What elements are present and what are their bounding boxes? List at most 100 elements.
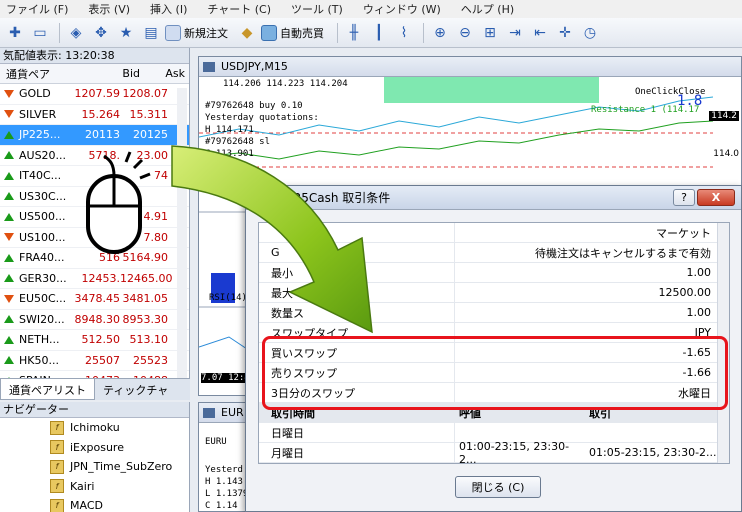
- big-value: 1.8: [677, 93, 703, 109]
- menu-file[interactable]: ファイル (F): [6, 1, 68, 17]
- navigator-item[interactable]: f MACD: [0, 496, 189, 512]
- session-day: 月曜日: [259, 443, 455, 462]
- terminal-icon[interactable]: ▤: [140, 22, 162, 44]
- navigator-item-label: MACD: [70, 499, 103, 512]
- menu-insert[interactable]: 挿入 (I): [150, 1, 187, 17]
- close-window-button[interactable]: X: [697, 189, 735, 206]
- bar-chart-icon[interactable]: ╫: [343, 22, 365, 44]
- market-watch-rows: GOLD 1207.59 1208.07 SILVER 15.264 15.311 JP22…: [0, 84, 189, 392]
- market-watch-row[interactable]: FRA40... 516 5164.90: [0, 248, 189, 269]
- market-watch-icon[interactable]: ◈: [65, 22, 87, 44]
- market-watch-row[interactable]: US30C...: [0, 187, 189, 207]
- spec-value: マーケット: [656, 226, 711, 240]
- symbol-cell: NETH...: [0, 333, 68, 346]
- auto-trade-button[interactable]: 自動売買: [261, 22, 324, 44]
- chart-icon: [203, 61, 215, 72]
- data-window-icon[interactable]: ✥: [90, 22, 112, 44]
- yesterday-label: Yesterday quotations:: [205, 113, 319, 123]
- order-info: #79762648 buy 0.10: [205, 101, 303, 111]
- arrow-up-icon: [4, 212, 14, 221]
- new-chart-icon[interactable]: ✚: [4, 22, 26, 44]
- market-watch-row[interactable]: HK50... 25507 25523: [0, 351, 189, 371]
- ask-cell: 23.00: [136, 148, 169, 162]
- bid-cell: 15.264: [81, 107, 121, 121]
- market-watch-row[interactable]: EU50C... 3478.45 3481.05: [0, 289, 189, 310]
- navigator-header: ナビゲーター: [0, 402, 189, 418]
- tab-symbols[interactable]: 通貨ペアリスト: [0, 379, 95, 400]
- bid-cell: 25507: [85, 353, 120, 367]
- navigator-item[interactable]: f Ichimoku: [0, 418, 189, 438]
- navigator-icon[interactable]: ★: [115, 22, 137, 44]
- column-symbol[interactable]: 通貨ペア: [0, 66, 92, 82]
- symbol-name: HK50...: [19, 353, 59, 367]
- zoom-in-icon[interactable]: ⊕: [429, 22, 451, 44]
- market-watch-row[interactable]: US100... 7.80: [0, 228, 189, 248]
- periods-icon[interactable]: ◷: [579, 22, 601, 44]
- band-lower: [199, 120, 714, 160]
- arrow-up-icon: [4, 130, 14, 139]
- menu-bar: ファイル (F) 表示 (V) 挿入 (I) チャート (C) ツール (T) …: [0, 0, 742, 18]
- ask-cell: 8953.30: [122, 312, 169, 326]
- spec-row: 数量ス 1.00: [259, 303, 729, 323]
- spec-row: 最大 12500.00: [259, 283, 729, 303]
- navigator-item-label: iExposure: [70, 440, 124, 454]
- arrow-up-icon: [4, 192, 14, 201]
- tile-windows-icon[interactable]: ⊞: [479, 22, 501, 44]
- chart-title: USDJPY,M15: [221, 60, 288, 73]
- arrow-up-icon: [4, 274, 14, 283]
- spec-key: 最大: [259, 283, 455, 302]
- menu-help[interactable]: ヘルプ (H): [461, 1, 514, 17]
- arrow-up-icon: [4, 335, 14, 344]
- yesterday-label: Yesterd: [205, 465, 243, 475]
- symbol-readout: EURU: [205, 437, 227, 447]
- zoom-out-icon[interactable]: ⊖: [454, 22, 476, 44]
- navigator-item-label: Ichimoku: [70, 421, 120, 435]
- market-watch-row[interactable]: US500... 4.91: [0, 207, 189, 228]
- bid-cell: 20113: [85, 128, 120, 142]
- menu-tools[interactable]: ツール (T): [291, 1, 343, 17]
- spec-value: 1.00: [686, 266, 712, 279]
- column-ask[interactable]: Ask: [140, 67, 185, 80]
- spec-value: 待機注文はキャンセルするまで有効: [535, 246, 711, 260]
- line-chart-icon[interactable]: ⌇: [393, 22, 415, 44]
- column-bid[interactable]: Bid: [92, 67, 140, 80]
- market-watch-row[interactable]: SILVER 15.264 15.311: [0, 105, 189, 125]
- help-button[interactable]: ?: [673, 189, 695, 206]
- market-watch-row[interactable]: JP225... 20113 20125: [0, 125, 189, 146]
- candlestick-icon[interactable]: ┃: [368, 22, 390, 44]
- profiles-icon[interactable]: ▭: [29, 22, 51, 44]
- navigator-item[interactable]: f JPN_Time_SubZero: [0, 457, 189, 477]
- menu-window[interactable]: ウィンドウ (W): [363, 1, 441, 17]
- ask-cell: 7.80: [143, 230, 169, 244]
- symbol-name: FRA40...: [19, 251, 65, 265]
- indicators-icon[interactable]: ✛: [554, 22, 576, 44]
- menu-chart[interactable]: チャート (C): [207, 1, 271, 17]
- bid-cell: 3478.45: [74, 292, 121, 306]
- tab-tick-chart[interactable]: ティックチャ: [95, 379, 177, 400]
- navigator-item[interactable]: f Kairi: [0, 477, 189, 497]
- ask-cell: 12465.00: [120, 271, 173, 285]
- new-order-button[interactable]: 新規注文: [165, 22, 228, 44]
- market-watch-row[interactable]: AUS20... 5718. 23.00: [0, 146, 189, 166]
- market-watch-row[interactable]: GOLD 1207.59 1208.07: [0, 84, 189, 105]
- symbol-cell: US500...: [0, 210, 68, 223]
- chart-shift-icon[interactable]: ⇥: [504, 22, 526, 44]
- spec-value: 12500.00: [658, 286, 712, 299]
- navigator-item[interactable]: f iExposure: [0, 438, 189, 458]
- market-watch-row[interactable]: IT40C... 74: [0, 166, 189, 187]
- market-watch-row[interactable]: SWI20... 8948.30 8953.30: [0, 310, 189, 330]
- market-watch-tabs: 通貨ペアリスト ティックチャ: [0, 378, 190, 400]
- auto-trade-label: 自動売買: [280, 26, 324, 40]
- autoscroll-icon[interactable]: ⇤: [529, 22, 551, 44]
- sl-readout: #79762648 sl: [205, 137, 271, 147]
- menu-view[interactable]: 表示 (V): [88, 1, 130, 17]
- market-watch-row[interactable]: GER30... 12453. 12465.00: [0, 269, 189, 289]
- metaeditor-icon[interactable]: ◆: [236, 22, 258, 44]
- market-watch-row[interactable]: NETH... 512.50 513.10: [0, 330, 189, 351]
- spec-key: 数量ス: [259, 303, 455, 322]
- indicator-icon: f: [50, 479, 64, 494]
- ask-cell: 74: [154, 169, 168, 183]
- ask-cell: 513.10: [129, 333, 169, 347]
- close-button[interactable]: 閉じる (C): [455, 476, 541, 498]
- market-watch-scrollbar[interactable]: [177, 88, 187, 378]
